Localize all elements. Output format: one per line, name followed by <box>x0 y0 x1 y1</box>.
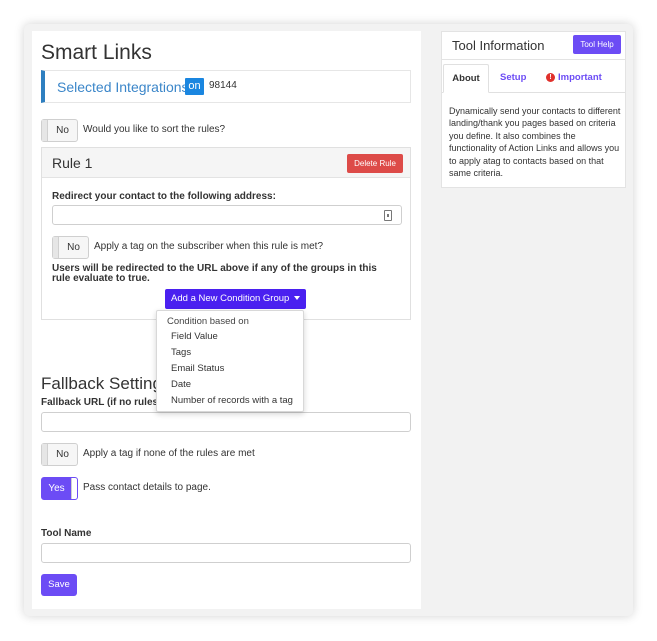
tool-name-input[interactable] <box>41 543 411 563</box>
pass-contact-toggle[interactable]: Yes <box>41 477 78 500</box>
integration-id: 98144 <box>209 80 237 91</box>
tool-help-button[interactable]: Tool Help <box>573 35 621 54</box>
tool-name-label: Tool Name <box>41 528 92 539</box>
rule-title: Rule 1 <box>52 155 93 171</box>
dropdown-item-number-of-records[interactable]: Number of records with a tag <box>171 395 293 406</box>
add-condition-group-label: Add a New Condition Group <box>171 293 290 304</box>
toggle-state: No <box>56 125 69 136</box>
caret-down-icon <box>293 296 300 301</box>
sort-rules-toggle[interactable]: No <box>41 119 78 142</box>
divider <box>442 59 625 60</box>
page-title: Smart Links <box>41 41 152 64</box>
tab-about[interactable]: About <box>443 64 489 93</box>
fallback-url-input[interactable] <box>41 412 411 432</box>
fallback-tag-toggle[interactable]: No <box>41 443 78 466</box>
pass-contact-label: Pass contact details to page. <box>83 482 211 493</box>
fallback-url-label: Fallback URL (if no rules ar <box>41 397 171 408</box>
toggle-knob <box>71 478 77 499</box>
exclamation-icon: ! <box>546 73 555 82</box>
rule-tag-label: Apply a tag on the subscriber when this … <box>94 241 324 252</box>
toggle-state: Yes <box>48 483 65 494</box>
rule-header: Rule 1 Delete Rule <box>42 148 410 178</box>
redirect-url-input[interactable] <box>52 205 402 225</box>
dropdown-item-tags[interactable]: Tags <box>171 347 191 358</box>
rule-tag-toggle[interactable]: No <box>52 236 89 259</box>
dropdown-header: Condition based on <box>167 316 249 327</box>
fallback-tag-label: Apply a tag if none of the rules are met <box>83 448 255 459</box>
selected-integrations-label: Selected Integrations: <box>57 79 193 95</box>
tab-important[interactable]: ! Important <box>546 64 602 92</box>
tab-setup[interactable]: Setup <box>500 64 526 92</box>
tool-information-title: Tool Information <box>452 38 545 53</box>
rule-card: Rule 1 Delete Rule Redirect your contact… <box>41 147 411 320</box>
toggle-state: No <box>67 242 80 253</box>
selected-integrations-box: Selected Integrations: on 98144 <box>41 70 411 103</box>
add-condition-group-button[interactable]: Add a New Condition Group <box>165 289 306 309</box>
redirect-label: Redirect your contact to the following a… <box>52 191 276 202</box>
dropdown-item-date[interactable]: Date <box>171 379 191 390</box>
about-description: Dynamically send your contacts to differ… <box>449 106 621 179</box>
delete-rule-button[interactable]: Delete Rule <box>347 154 403 173</box>
redirect-note: Users will be redirected to the URL abov… <box>52 263 377 284</box>
fallback-title: Fallback Settings <box>41 374 171 393</box>
integration-on-badge: on <box>185 78 204 95</box>
toggle-state: No <box>56 449 69 460</box>
dropdown-item-field-value[interactable]: Field Value <box>171 331 218 342</box>
dropdown-item-email-status[interactable]: Email Status <box>171 363 224 374</box>
save-button[interactable]: Save <box>41 574 77 596</box>
sort-rules-label: Would you like to sort the rules? <box>83 124 226 135</box>
tool-information-panel: Tool Information Tool Help About Setup !… <box>441 31 626 188</box>
tab-important-label: Important <box>558 72 602 83</box>
condition-dropdown-menu: Condition based on Field Value Tags Emai… <box>156 310 304 412</box>
field-picker-icon[interactable] <box>384 210 392 221</box>
